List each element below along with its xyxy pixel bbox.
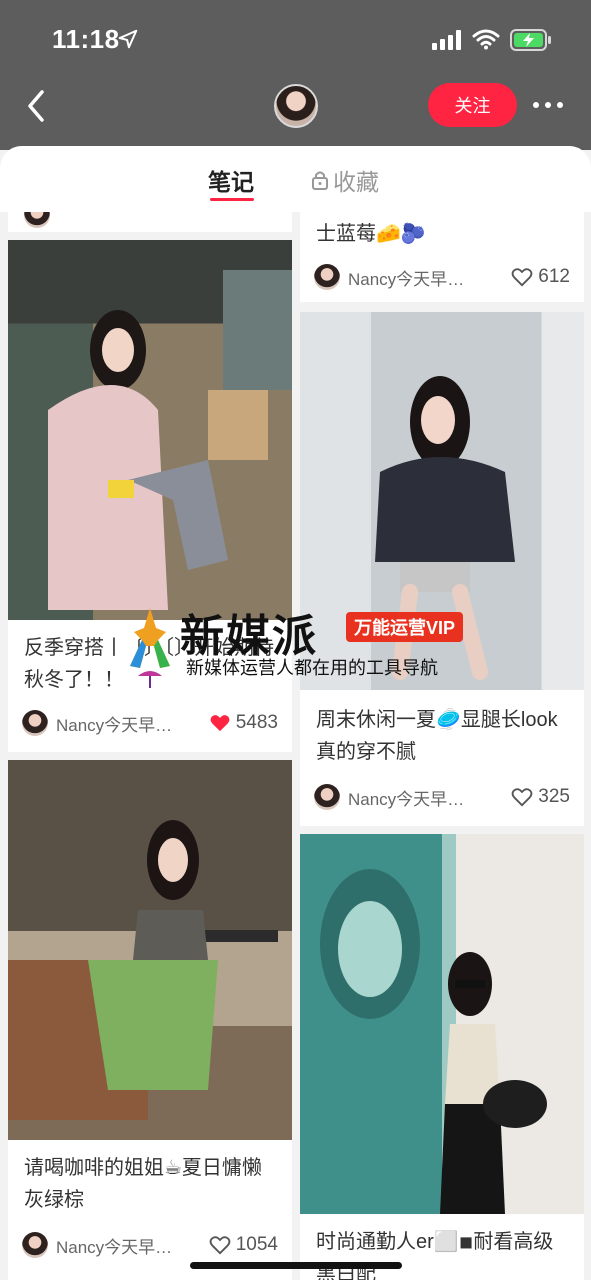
wifi-icon (472, 29, 500, 50)
heart-outline-icon (511, 788, 533, 807)
note-cover-image (300, 834, 584, 1214)
note-title: 请喝咖啡的姐姐☕夏日慵懒灰绿棕 (24, 1157, 262, 1211)
author-avatar (22, 1232, 48, 1258)
like-count: 612 (538, 266, 570, 287)
profile-avatar[interactable] (274, 84, 318, 128)
note-meta: Nancy今天早… 5483 (22, 708, 278, 738)
note-card[interactable]: 反季穿搭丨〔〕〔〕开始期待秋冬了！！ Nancy今天早… 5483 (8, 240, 292, 752)
author-avatar (24, 212, 50, 228)
note-title: 周末休闲一夏🥏显腿长look真的穿不腻 (316, 709, 558, 763)
status-time: 11:18 (52, 24, 120, 54)
note-cover-image (8, 240, 292, 620)
note-title: 反季穿搭丨〔〕〔〕开始期待秋冬了！！ (24, 637, 274, 691)
follow-button[interactable]: 关注 (428, 83, 517, 127)
author-avatar (314, 264, 340, 290)
note-title: 时尚通勤人er⬜◾耐看高级黑白配 (316, 1231, 554, 1280)
tab-favorites[interactable]: 收藏 (311, 163, 379, 197)
note-cover-image (300, 312, 584, 690)
note-meta: Nancy今天早… 1054 (22, 1230, 278, 1260)
note-title: 士蓝莓🧀🫐 (316, 223, 426, 245)
like-button[interactable]: 5483 (209, 712, 278, 734)
author-name: Nancy今天早睡… (348, 789, 476, 809)
author-name: Nancy今天早… (56, 715, 173, 735)
tab-bar: 笔记 收藏 (0, 146, 591, 212)
top-bar: 11:18 关注 (0, 0, 591, 150)
author-avatar (22, 710, 48, 736)
like-count: 5483 (235, 712, 278, 733)
heart-filled-icon (210, 715, 230, 732)
heart-outline-icon (511, 268, 533, 287)
note-card[interactable]: 周末休闲一夏🥏显腿长look真的穿不腻 Nancy今天早睡… 325 (300, 312, 584, 826)
note-card-partial-right[interactable]: 士蓝莓🧀🫐 Nancy今天早睡… 612 (300, 212, 584, 302)
note-cover-image (8, 760, 292, 1140)
note-card-partial-left[interactable] (8, 212, 292, 232)
tab-favorites-label: 收藏 (333, 169, 379, 195)
like-button[interactable]: 1054 (209, 1234, 278, 1256)
home-indicator[interactable] (190, 1262, 402, 1269)
heart-outline-icon (209, 1236, 231, 1255)
content-sheet: 笔记 收藏 士蓝莓🧀🫐 Nancy今天早睡… 612 反季穿搭丨〔〕〔〕开始期待… (0, 146, 591, 1280)
note-meta: Nancy今天早睡… 325 (314, 782, 570, 812)
author-name: Nancy今天早… (56, 1237, 173, 1257)
location-arrow-icon (118, 29, 138, 49)
like-count: 1054 (235, 1234, 278, 1255)
status-bar: 11:18 (0, 0, 591, 70)
author-avatar (314, 784, 340, 810)
like-count: 325 (538, 786, 570, 807)
note-card[interactable]: 请喝咖啡的姐姐☕夏日慵懒灰绿棕 Nancy今天早… 1054 (8, 760, 292, 1280)
note-card[interactable]: 时尚通勤人er⬜◾耐看高级黑白配 (300, 834, 584, 1280)
more-options-icon[interactable] (532, 94, 564, 116)
lock-icon (312, 171, 328, 190)
like-button[interactable]: 325 (511, 786, 570, 808)
tab-active-indicator (210, 198, 254, 201)
tab-notes[interactable]: 笔记 (208, 163, 254, 197)
note-meta: Nancy今天早睡… 612 (314, 262, 570, 292)
battery-charging-icon (510, 29, 551, 51)
back-button[interactable] (22, 86, 54, 126)
author-name: Nancy今天早睡… (348, 269, 476, 289)
like-button[interactable]: 612 (511, 266, 570, 288)
cellular-signal-icon (432, 30, 461, 50)
